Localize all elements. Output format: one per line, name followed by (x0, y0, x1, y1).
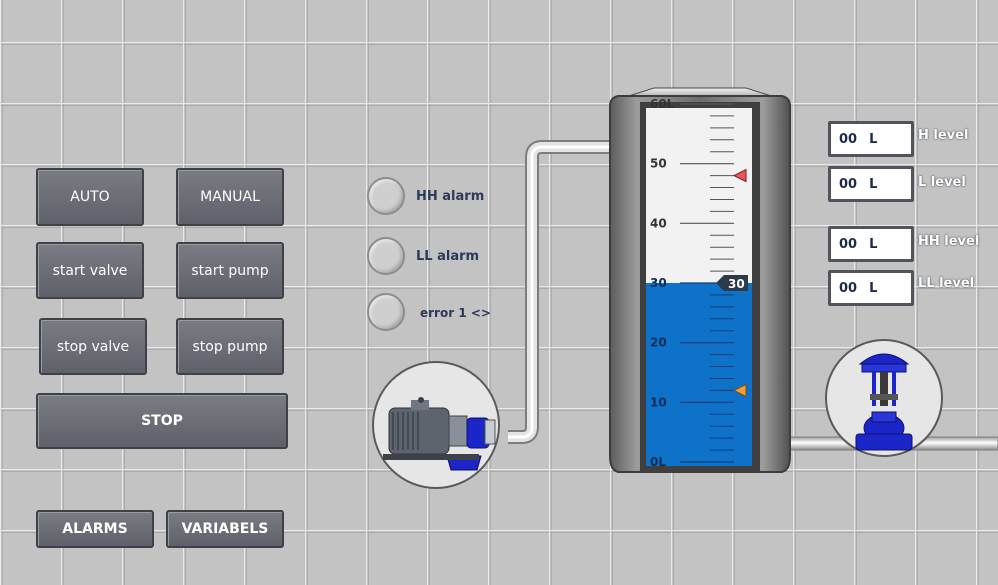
error-lamp (367, 293, 405, 331)
l-level-label: L level (918, 175, 966, 190)
ll-level-value: 00 (839, 281, 858, 296)
stop-valve-button[interactable]: stop valve (39, 318, 147, 375)
stop-button[interactable]: STOP (36, 393, 288, 449)
alarms-button[interactable]: ALARMS (36, 510, 154, 548)
h-level-unit: L (869, 132, 878, 147)
ll-level-input[interactable]: 00 L (828, 270, 914, 306)
variables-button[interactable]: VARIABELS (166, 510, 284, 548)
auto-button[interactable]: AUTO (36, 168, 144, 226)
gauge-label: 40 (650, 216, 667, 230)
h-level-value: 00 (839, 132, 858, 147)
hh-alarm-label: HH alarm (416, 189, 485, 204)
water-level-fill (646, 283, 752, 466)
ll-alarm-lamp (367, 237, 405, 275)
start-valve-button[interactable]: start valve (36, 242, 144, 299)
start-pump-button[interactable]: start pump (176, 242, 284, 299)
l-level-input[interactable]: 00 L (828, 166, 914, 202)
h-level-input[interactable]: 00 L (828, 121, 914, 157)
level-value-text: 30 (728, 277, 745, 291)
h-level-label: H level (918, 128, 969, 143)
l-level-unit: L (869, 177, 878, 192)
stop-pump-button[interactable]: stop pump (176, 318, 284, 375)
control-valve-icon[interactable] (822, 336, 946, 460)
ll-level-label: LL level (918, 276, 975, 291)
gauge-label: 20 (650, 336, 667, 350)
hh-level-value: 00 (839, 237, 858, 252)
hh-level-label: HH level (918, 234, 980, 249)
tank: 0L 10 20 30 40 50 60L 30 (609, 87, 791, 473)
inlet-pipe (508, 140, 612, 444)
hh-alarm-lamp (367, 177, 405, 215)
error-label: error 1 <> (420, 306, 491, 320)
ll-alarm-label: LL alarm (416, 249, 480, 264)
gauge-label: 60L (650, 97, 675, 111)
ll-level-unit: L (869, 281, 878, 296)
gauge-label: 50 (650, 157, 667, 171)
gauge-label: 30 (650, 276, 667, 290)
hh-level-input[interactable]: 00 L (828, 226, 914, 262)
manual-button[interactable]: MANUAL (176, 168, 284, 226)
gauge-label: 10 (650, 395, 667, 409)
gauge-label: 0L (650, 455, 666, 469)
pump-icon[interactable] (371, 360, 501, 490)
l-level-value: 00 (839, 177, 858, 192)
hh-level-unit: L (869, 237, 878, 252)
